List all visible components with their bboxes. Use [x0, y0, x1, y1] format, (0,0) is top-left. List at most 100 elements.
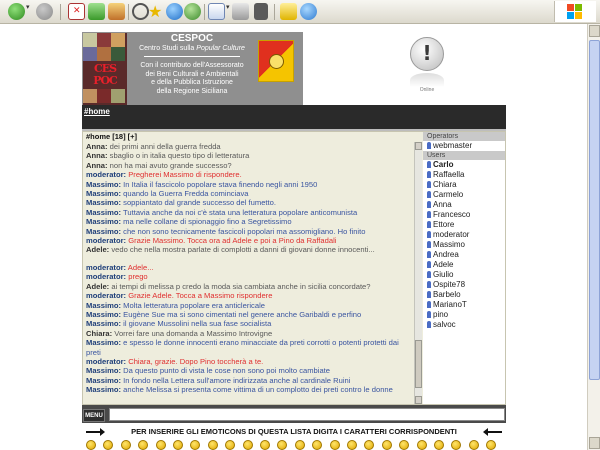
user-list-item[interactable]: MarianoT [423, 300, 505, 310]
message-nick[interactable]: Anna: [86, 161, 108, 170]
emoticon-smiley-icon[interactable] [173, 440, 183, 450]
forward-icon[interactable] [36, 3, 53, 20]
emoticon-smiley-icon[interactable] [138, 440, 149, 450]
emoticon-smiley-icon[interactable] [242, 440, 253, 450]
message-nick[interactable]: Anna: [86, 151, 108, 160]
menu-button[interactable]: MENU [83, 409, 105, 422]
emoticon-smiley-icon[interactable] [468, 440, 479, 450]
emoticon-smiley-icon[interactable] [399, 440, 410, 450]
message-input[interactable] [109, 408, 505, 421]
message-nick[interactable]: Massimo: [86, 310, 121, 319]
user-list-item[interactable]: Ettore [423, 220, 505, 230]
emoticon-smiley-icon[interactable] [416, 440, 427, 450]
message-nick[interactable]: Massimo: [86, 301, 121, 310]
refresh-icon[interactable] [88, 3, 105, 20]
toolbar-separator [128, 4, 129, 20]
users-header: Users [423, 151, 505, 160]
message-nick[interactable]: moderator: [86, 272, 126, 281]
chat-scrollbar[interactable] [414, 142, 422, 404]
favorites-icon[interactable]: ★ [148, 3, 165, 20]
scroll-up-arrow[interactable] [415, 142, 422, 150]
user-list-item[interactable]: Francesco [423, 210, 505, 220]
print-icon[interactable] [232, 3, 249, 20]
message-nick[interactable]: Massimo: [86, 208, 121, 217]
user-list-item[interactable]: Carlo [423, 160, 505, 170]
message-nick[interactable]: Massimo: [86, 319, 121, 328]
page-scroll-up[interactable] [589, 25, 600, 37]
emoticon-smiley-icon[interactable] [451, 440, 462, 450]
user-list-item[interactable]: Giulio [423, 270, 505, 280]
emoticon-smiley-icon[interactable] [86, 440, 96, 450]
scroll-thumb[interactable] [415, 340, 422, 388]
message-nick[interactable]: Adele: [86, 282, 109, 291]
page-scroll-down[interactable] [589, 437, 600, 449]
chat-message: Chiara: Vorrei fare una domanda a Massim… [86, 329, 414, 338]
user-list-item[interactable]: Ospite78 [423, 280, 505, 290]
user-list-item[interactable]: Chiara [423, 180, 505, 190]
user-list-item[interactable]: Raffaella [423, 170, 505, 180]
media-icon[interactable] [166, 3, 183, 20]
tab-home[interactable]: #home [84, 107, 110, 116]
message-nick[interactable]: Adele: [86, 245, 109, 254]
message-nick[interactable]: Massimo: [86, 376, 121, 385]
discuss-icon[interactable] [280, 3, 297, 20]
user-name: Massimo [433, 240, 466, 249]
user-list-item[interactable]: Andrea [423, 250, 505, 260]
message-nick[interactable]: moderator: [86, 236, 126, 245]
message-nick[interactable]: Anna: [86, 142, 108, 151]
user-list-item[interactable]: salvoc [423, 320, 505, 330]
message-nick[interactable]: Massimo: [86, 217, 121, 226]
emoticon-smiley-icon[interactable] [225, 440, 236, 450]
user-list-item[interactable]: Massimo [423, 240, 505, 250]
back-dropdown-icon[interactable]: ▾ [26, 3, 32, 20]
emoticon-smiley-icon[interactable] [103, 440, 114, 450]
user-list-item[interactable]: pino [423, 310, 505, 320]
emoticon-smiley-icon[interactable] [364, 440, 375, 450]
page-scrollbar[interactable] [587, 24, 600, 450]
stop-icon[interactable]: ✕ [68, 3, 85, 20]
edit-icon[interactable] [254, 3, 268, 20]
emoticon-smiley-icon[interactable] [434, 440, 444, 450]
emoticon-smiley-icon[interactable] [260, 440, 270, 450]
emoticon-smiley-icon[interactable] [155, 440, 166, 450]
back-icon[interactable] [8, 3, 25, 20]
user-list-item[interactable]: Anna [423, 200, 505, 210]
message-nick[interactable]: Massimo: [86, 338, 121, 347]
message-nick[interactable]: Massimo: [86, 227, 121, 236]
emoticon-smiley-icon[interactable] [207, 440, 218, 450]
user-list-item[interactable]: moderator [423, 230, 505, 240]
emoticon-smiley-icon[interactable] [486, 440, 497, 450]
emoticon-smiley-icon[interactable] [294, 440, 305, 450]
message-nick[interactable]: Massimo: [86, 385, 121, 394]
message-nick[interactable]: Chiara: [86, 329, 112, 338]
user-list-item[interactable]: webmaster [423, 141, 505, 151]
emoticon-smiley-icon[interactable] [347, 440, 357, 450]
history-icon[interactable] [184, 3, 201, 20]
online-status-icon[interactable]: ! [410, 37, 444, 71]
emoticon-smiley-icon[interactable] [190, 440, 201, 450]
message-nick[interactable]: Massimo: [86, 180, 121, 189]
message-nick[interactable]: moderator: [86, 357, 126, 366]
emoticon-smiley-icon[interactable] [277, 440, 288, 450]
message-nick[interactable]: Massimo: [86, 198, 121, 207]
message-nick[interactable]: moderator: [86, 263, 126, 272]
user-list-item[interactable]: Barbelo [423, 290, 505, 300]
user-list-item[interactable]: Carmelo [423, 190, 505, 200]
message-nick[interactable]: moderator: [86, 170, 126, 179]
emoticon-smiley-icon[interactable] [329, 440, 340, 450]
home-icon[interactable] [108, 3, 125, 20]
mail-icon[interactable] [208, 3, 225, 20]
messenger-icon[interactable] [300, 3, 317, 20]
emoticon-smiley-icon[interactable] [120, 440, 131, 450]
search-icon[interactable] [132, 3, 149, 20]
scroll-down-arrow[interactable] [415, 396, 422, 404]
message-nick[interactable]: Massimo: [86, 189, 121, 198]
message-nick[interactable]: Massimo: [86, 366, 121, 375]
toolbar-separator [274, 4, 275, 20]
message-nick[interactable]: moderator: [86, 291, 126, 300]
page-scroll-thumb[interactable] [589, 40, 600, 380]
emoticon-instruction-bar: PER INSERIRE GLI EMOTICONS DI QUESTA LIS… [82, 426, 506, 438]
user-list-item[interactable]: Adele [423, 260, 505, 270]
emoticon-smiley-icon[interactable] [312, 440, 323, 450]
emoticon-smiley-icon[interactable] [381, 440, 392, 450]
